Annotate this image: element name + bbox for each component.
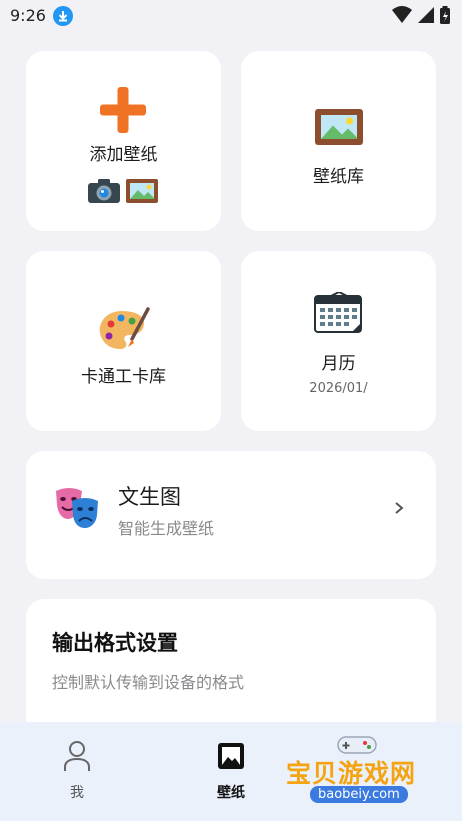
output-format-title: 输出格式设置 bbox=[52, 631, 178, 655]
theater-masks-icon bbox=[56, 488, 98, 528]
signal-icon bbox=[418, 6, 434, 28]
calendar-card[interactable]: 月历 2026/01/ bbox=[241, 251, 436, 431]
battery-icon bbox=[440, 6, 450, 28]
wifi-icon bbox=[392, 6, 412, 28]
image-icon bbox=[218, 743, 244, 769]
framed-picture-icon bbox=[315, 109, 363, 145]
person-icon bbox=[64, 741, 90, 771]
text-to-image-subtitle: 智能生成壁纸 bbox=[118, 519, 215, 538]
add-wallpaper-label: 添加壁纸 bbox=[89, 145, 158, 165]
watermark-logo: 宝贝游戏网 baobeiy.com bbox=[284, 730, 434, 818]
camera-icon bbox=[88, 179, 120, 203]
status-bar: 9:26 bbox=[0, 0, 462, 32]
calendar-label: 月历 bbox=[321, 354, 356, 374]
calendar-date: 2026/01/ bbox=[309, 381, 368, 396]
cartoon-library-label: 卡通工卡库 bbox=[81, 367, 166, 387]
download-icon bbox=[53, 6, 73, 26]
add-wallpaper-card[interactable]: 添加壁纸 bbox=[26, 51, 221, 231]
status-time: 9:26 bbox=[10, 6, 46, 25]
plus-icon bbox=[100, 87, 146, 133]
text-to-image-card[interactable]: 文生图 智能生成壁纸 bbox=[26, 451, 436, 579]
output-format-card[interactable]: 输出格式设置 控制默认传输到设备的格式 bbox=[26, 599, 436, 739]
chevron-right-icon bbox=[395, 502, 404, 514]
wallpaper-library-label: 壁纸库 bbox=[313, 167, 364, 187]
watermark-url: baobeiy.com bbox=[310, 786, 408, 803]
calendar-icon bbox=[314, 292, 362, 333]
game-controller-icon bbox=[337, 736, 377, 754]
watermark-text: 宝贝游戏网 bbox=[286, 759, 417, 788]
nav-item-me[interactable]: 我 bbox=[0, 722, 154, 821]
wallpaper-library-card[interactable]: 壁纸库 bbox=[241, 51, 436, 231]
palette-icon bbox=[99, 307, 150, 349]
cartoon-library-card[interactable]: 卡通工卡库 bbox=[26, 251, 221, 431]
nav-label-me: 我 bbox=[70, 785, 84, 801]
text-to-image-title: 文生图 bbox=[118, 485, 181, 509]
output-format-subtitle: 控制默认传输到设备的格式 bbox=[52, 673, 245, 692]
framed-picture-icon bbox=[126, 179, 158, 203]
